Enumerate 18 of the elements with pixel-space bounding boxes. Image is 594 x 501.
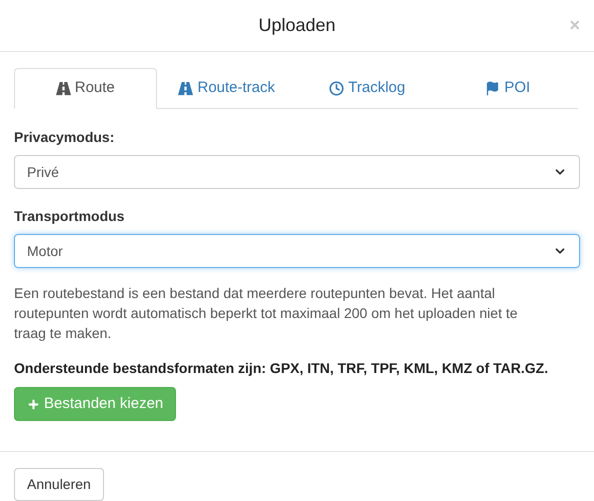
dialog-title: Uploaden (258, 14, 336, 37)
clock-icon (329, 80, 344, 96)
select-field[interactable]: Motor (14, 234, 580, 268)
tab[interactable]: Route (14, 68, 156, 109)
road-icon (178, 80, 194, 96)
description-text: Een routebestand is een bestand dat meerdere routepunten bevat. Het aantal routepunten wordt automatisch beperkt tot maximaal 200 om het uploaden niet te traag te maken. (14, 284, 519, 343)
tab[interactable]: Route-track (156, 68, 297, 108)
field-label: Privacymodus: (14, 128, 116, 147)
select-field[interactable]: Privé (14, 155, 580, 189)
cancel-button[interactable]: Annuleren (14, 468, 104, 501)
tab[interactable]: Tracklog (297, 68, 438, 108)
flag-icon (485, 80, 500, 96)
tab[interactable]: POI (438, 68, 578, 108)
choose-files-button[interactable]: Bestanden kiezen (14, 387, 176, 421)
road-icon (56, 81, 71, 96)
field-label: Transportmodus (14, 207, 126, 226)
formats-note: Ondersteunde bestandsformaten zijn: GPX, ITN, TRF, TPF, KML, KMZ of TAR.GZ. (14, 359, 550, 378)
plus-icon (27, 398, 40, 410)
